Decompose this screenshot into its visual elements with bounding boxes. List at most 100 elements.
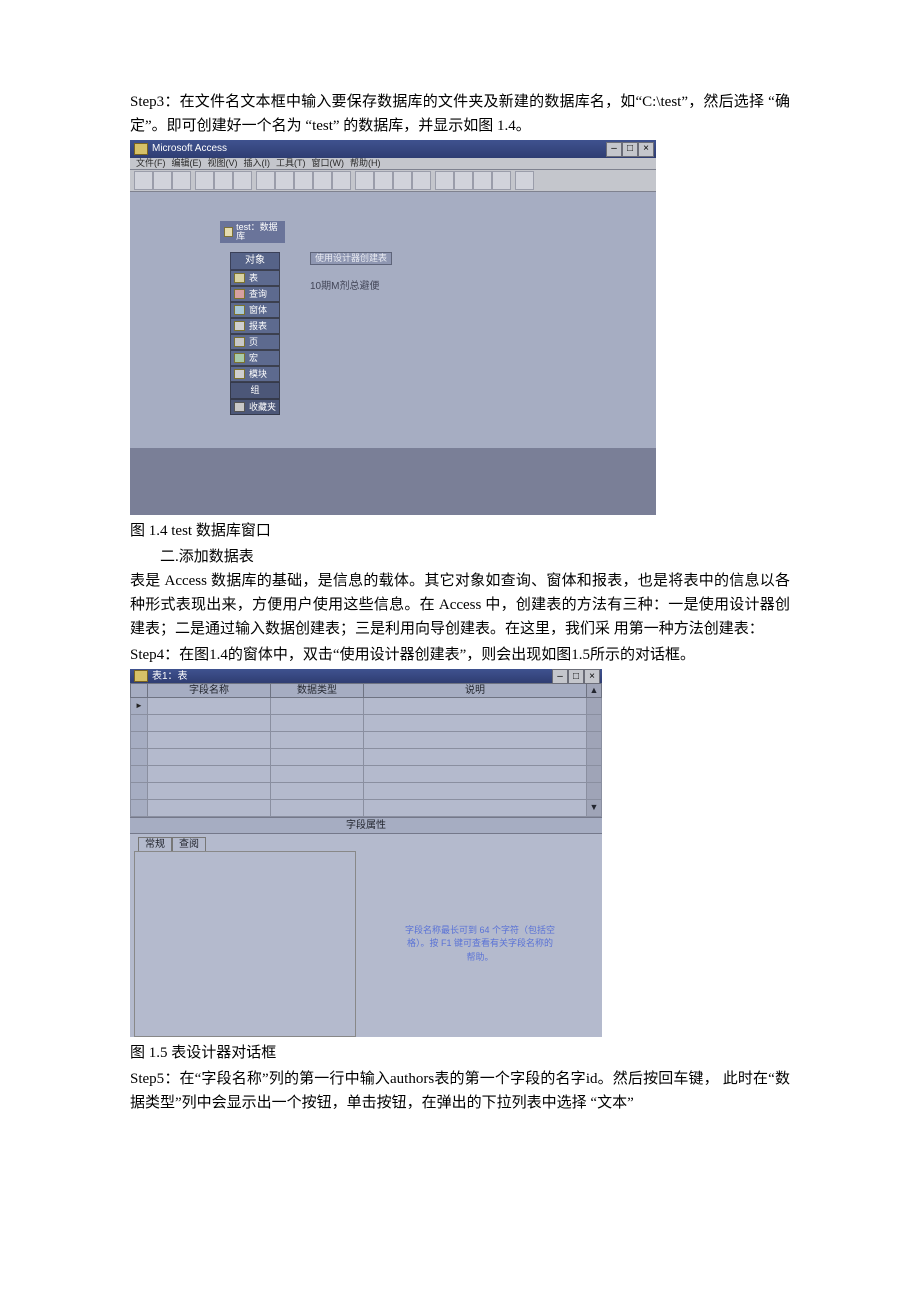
toolbar-button[interactable] [393, 171, 412, 190]
sidebar-header: 对象 [230, 252, 280, 270]
toolbar-button[interactable] [256, 171, 275, 190]
toolbar-button[interactable] [214, 171, 233, 190]
toolbar-button[interactable] [233, 171, 252, 190]
main-area-text: 10期M剂总避便 [310, 282, 379, 292]
scrollbar-down-icon[interactable]: ▼ [587, 800, 602, 817]
menu-insert[interactable]: 插入(I) [244, 159, 271, 168]
module-icon [234, 369, 245, 379]
property-tabs: 常规 查阅 [138, 837, 594, 851]
maximize-icon[interactable]: □ [622, 142, 638, 157]
menu-window[interactable]: 窗口(W) [312, 159, 345, 168]
cell-field-name[interactable] [148, 698, 271, 715]
toolbar-button[interactable] [294, 171, 313, 190]
scrollbar-track[interactable] [587, 766, 602, 783]
minimize-icon[interactable]: – [606, 142, 622, 157]
minimize-icon[interactable]: – [552, 669, 568, 684]
sidebar-item-macro[interactable]: 宏 [230, 350, 280, 366]
row-selector[interactable] [131, 732, 148, 749]
menu-view[interactable]: 视图(V) [208, 159, 238, 168]
menu-file[interactable]: 文件(F) [136, 159, 166, 168]
sidebar-item-favorites[interactable]: 收藏夹 [230, 399, 280, 415]
row-selector[interactable] [131, 715, 148, 732]
close-icon[interactable]: × [584, 669, 600, 684]
cell-description[interactable] [364, 698, 587, 715]
scrollbar-up-icon[interactable]: ▲ [587, 684, 602, 698]
toolbar-button[interactable] [153, 171, 172, 190]
cell-data-type[interactable] [271, 715, 364, 732]
sidebar-group: 组 [230, 382, 280, 399]
cell-data-type[interactable] [271, 766, 364, 783]
cell-field-name[interactable] [148, 749, 271, 766]
tab-lookup[interactable]: 查阅 [172, 837, 206, 851]
fig15-caption: 图 1.5 表设计器对话框 [130, 1041, 790, 1065]
cell-data-type[interactable] [271, 749, 364, 766]
cell-description[interactable] [364, 766, 587, 783]
row-selector[interactable] [131, 749, 148, 766]
cell-description[interactable] [364, 783, 587, 800]
toolbar-button[interactable] [195, 171, 214, 190]
toolbar-button[interactable] [435, 171, 454, 190]
fig14-title: Microsoft Access [152, 144, 227, 154]
sidebar-item-report[interactable]: 报表 [230, 318, 280, 334]
scrollbar-track[interactable] [587, 715, 602, 732]
cell-data-type[interactable] [271, 698, 364, 715]
scrollbar-track[interactable] [587, 698, 602, 715]
row-selector[interactable] [131, 783, 148, 800]
property-list[interactable] [134, 851, 356, 1037]
row-selector[interactable] [131, 800, 148, 817]
database-window-titlebar: test：数据库 [220, 221, 285, 243]
sidebar-item-module[interactable]: 模块 [230, 366, 280, 382]
row-selector[interactable] [131, 698, 148, 715]
scrollbar-track[interactable] [587, 732, 602, 749]
sidebar-item-query[interactable]: 查询 [230, 286, 280, 302]
scrollbar-track[interactable] [587, 783, 602, 800]
toolbar-button[interactable] [275, 171, 294, 190]
toolbar-button[interactable] [473, 171, 492, 190]
toolbar-button[interactable] [454, 171, 473, 190]
tab-general[interactable]: 常规 [138, 837, 172, 851]
sidebar-item-form[interactable]: 窗体 [230, 302, 280, 318]
create-with-designer-button[interactable]: 使用设计器创建表 [310, 252, 392, 265]
macro-icon [234, 353, 245, 363]
col-field-name: 字段名称 [148, 684, 271, 698]
toolbar-button[interactable] [374, 171, 393, 190]
fig14-titlebar: Microsoft Access – □ × [130, 140, 656, 158]
cell-description[interactable] [364, 732, 587, 749]
query-icon [234, 289, 245, 299]
cell-field-name[interactable] [148, 800, 271, 817]
menu-tools[interactable]: 工具(T) [276, 159, 306, 168]
database-window: test：数据库 [220, 221, 285, 243]
cell-description[interactable] [364, 800, 587, 817]
toolbar-button[interactable] [332, 171, 351, 190]
access-app-icon [134, 143, 148, 155]
menu-edit[interactable]: 编辑(E) [172, 159, 202, 168]
cell-field-name[interactable] [148, 783, 271, 800]
cell-description[interactable] [364, 715, 587, 732]
close-icon[interactable]: × [638, 142, 654, 157]
cell-field-name[interactable] [148, 732, 271, 749]
cell-description[interactable] [364, 749, 587, 766]
favorites-icon [234, 402, 245, 412]
toolbar-button[interactable] [134, 171, 153, 190]
toolbar-button[interactable] [492, 171, 511, 190]
cell-data-type[interactable] [271, 800, 364, 817]
cell-data-type[interactable] [271, 783, 364, 800]
sidebar-item-page[interactable]: 页 [230, 334, 280, 350]
step3-text: Step3：在文件名文本框中输入要保存数据库的文件夹及新建的数据库名，如“C:\… [130, 90, 790, 138]
toolbar-button[interactable] [172, 171, 191, 190]
table-window-icon [134, 670, 148, 682]
sidebar-item-table[interactable]: 表 [230, 270, 280, 286]
scrollbar-track[interactable] [587, 749, 602, 766]
toolbar-button[interactable] [313, 171, 332, 190]
row-selector[interactable] [131, 766, 148, 783]
fig15-title: 表1：表 [152, 671, 188, 682]
toolbar-button[interactable] [412, 171, 431, 190]
toolbar-button[interactable] [355, 171, 374, 190]
cell-field-name[interactable] [148, 766, 271, 783]
maximize-icon[interactable]: □ [568, 669, 584, 684]
toolbar-button[interactable] [515, 171, 534, 190]
cell-field-name[interactable] [148, 715, 271, 732]
document-page: Step3：在文件名文本框中输入要保存数据库的文件夹及新建的数据库名，如“C:\… [0, 0, 920, 1217]
menu-help[interactable]: 帮助(H) [350, 159, 381, 168]
cell-data-type[interactable] [271, 732, 364, 749]
